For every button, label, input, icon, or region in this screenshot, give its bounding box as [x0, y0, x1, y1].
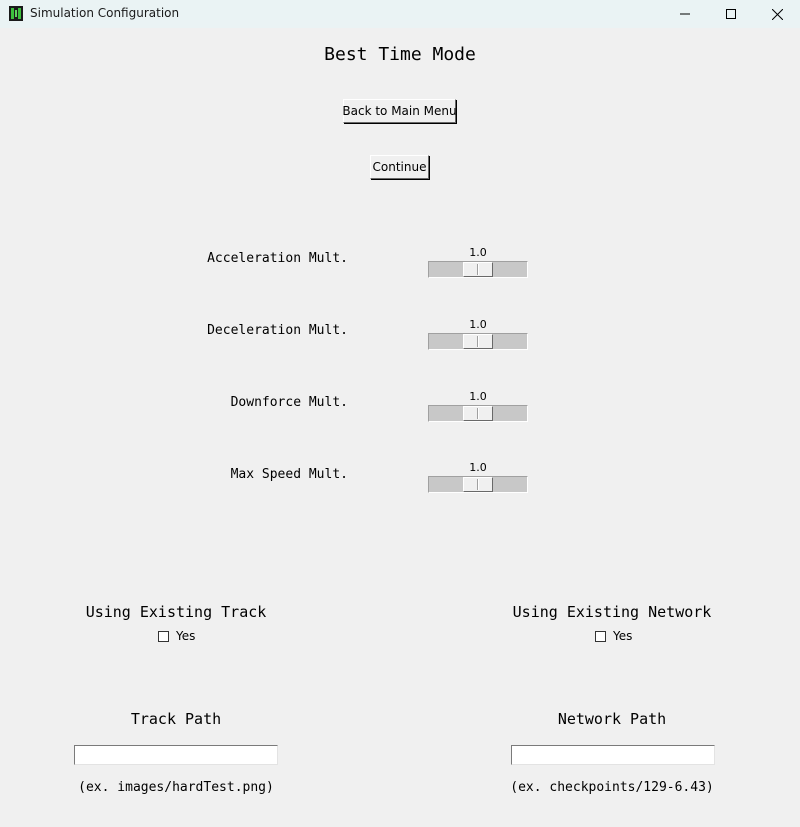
maximize-button[interactable]	[708, 0, 754, 28]
back-to-main-menu-button[interactable]: Back to Main Menu	[342, 99, 457, 123]
network-path-input[interactable]	[511, 745, 715, 765]
app-icon	[9, 6, 23, 21]
max-speed-mult-value: 1.0	[469, 461, 487, 474]
max-speed-mult-slider[interactable]	[428, 476, 528, 493]
page-title: Best Time Mode	[324, 44, 476, 65]
acceleration-mult-label: Acceleration Mult.	[207, 251, 348, 266]
using-existing-track-label: Using Existing Track	[85, 603, 267, 621]
acceleration-mult-value: 1.0	[469, 246, 487, 259]
use-existing-network-yes-label[interactable]: Yes	[613, 629, 632, 643]
deceleration-mult-slider[interactable]	[428, 333, 528, 350]
title-bar: Simulation Configuration	[0, 0, 800, 28]
close-icon	[771, 8, 783, 20]
deceleration-mult-value: 1.0	[469, 318, 487, 331]
downforce-mult-label: Downforce Mult.	[230, 395, 348, 410]
continue-button[interactable]: Continue	[370, 155, 429, 179]
downforce-mult-slider[interactable]	[428, 405, 528, 422]
track-path-input[interactable]	[74, 745, 278, 765]
track-path-hint: (ex. images/hardTest.png)	[78, 780, 274, 795]
track-path-label: Track Path	[130, 710, 222, 728]
slider-thumb[interactable]	[463, 406, 493, 421]
minimize-icon	[680, 13, 690, 15]
acceleration-mult-slider[interactable]	[428, 261, 528, 278]
maximize-icon	[726, 9, 736, 19]
max-speed-mult-label: Max Speed Mult.	[230, 467, 348, 482]
downforce-mult-value: 1.0	[469, 390, 487, 403]
use-existing-track-checkbox[interactable]	[158, 631, 169, 642]
close-button[interactable]	[754, 0, 800, 28]
network-path-label: Network Path	[557, 710, 667, 728]
use-existing-network-checkbox[interactable]	[595, 631, 606, 642]
slider-thumb[interactable]	[463, 334, 493, 349]
window-title: Simulation Configuration	[30, 6, 180, 20]
use-existing-track-yes-label[interactable]: Yes	[176, 629, 195, 643]
using-existing-network-label: Using Existing Network	[512, 603, 712, 621]
slider-thumb[interactable]	[463, 477, 493, 492]
network-path-hint: (ex. checkpoints/129-6.43)	[510, 780, 714, 795]
minimize-button[interactable]	[662, 0, 708, 28]
slider-thumb[interactable]	[463, 262, 493, 277]
deceleration-mult-label: Deceleration Mult.	[207, 323, 348, 338]
config-panel: Best Time Mode Back to Main Menu Continu…	[0, 28, 800, 827]
